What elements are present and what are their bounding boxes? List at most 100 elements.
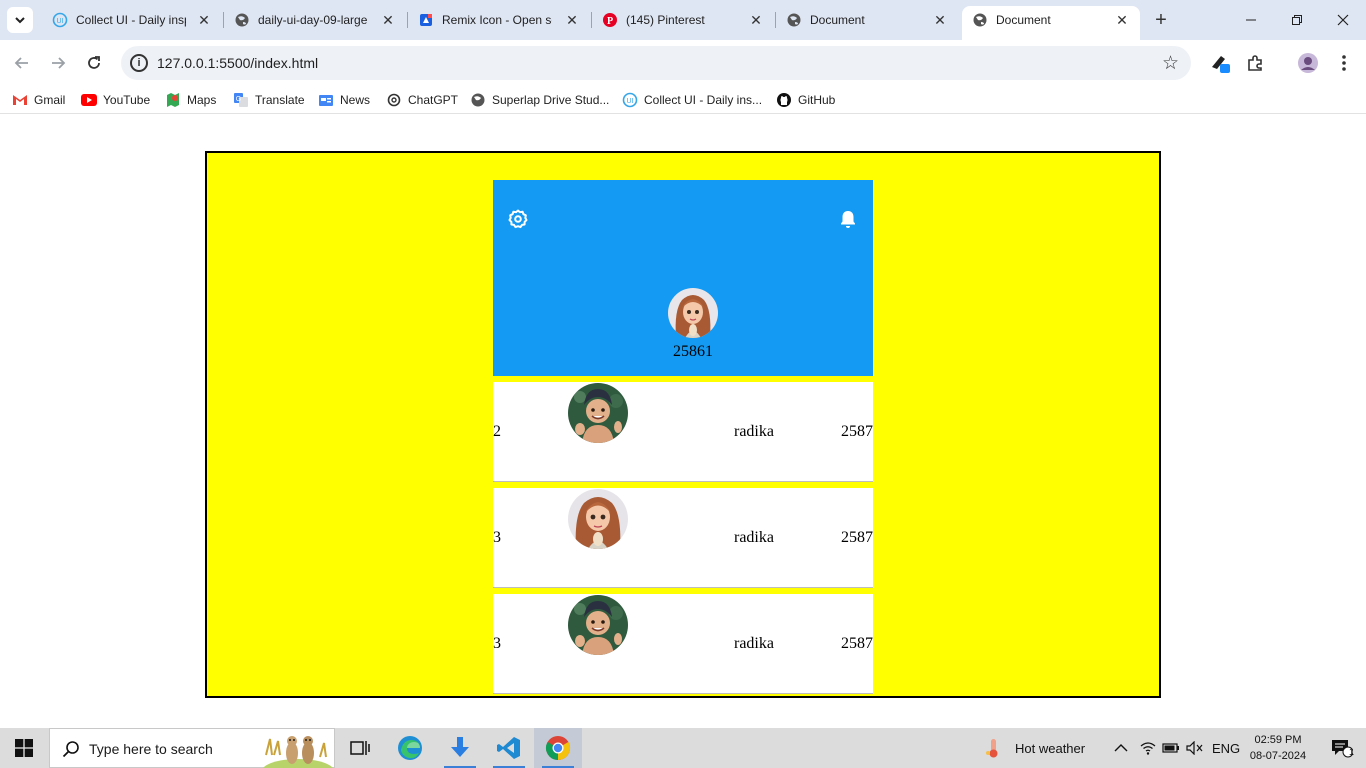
close-icon[interactable]: ✕ xyxy=(1114,12,1130,28)
bookmark-translate[interactable]: G Translate xyxy=(233,91,305,109)
taskbar-edge[interactable] xyxy=(386,728,434,768)
star-icon[interactable]: ☆ xyxy=(1162,52,1179,75)
bookmark-github[interactable]: GitHub xyxy=(776,91,835,109)
svg-text:P: P xyxy=(607,16,613,27)
settings-icon[interactable] xyxy=(508,209,528,229)
network-status[interactable] xyxy=(1140,728,1156,768)
bookmarks-bar: Gmail YouTube Maps G Translate News Chat… xyxy=(0,86,1366,114)
close-icon[interactable]: ✕ xyxy=(932,12,948,28)
meerkat-illustration-icon xyxy=(263,736,333,768)
task-view-icon xyxy=(350,741,370,755)
tab-title: (145) Pinterest xyxy=(626,13,705,27)
chevron-up-icon xyxy=(1114,744,1128,752)
url-text[interactable]: 127.0.0.1:5500/index.html xyxy=(157,55,318,71)
volume-control[interactable] xyxy=(1186,728,1204,768)
row-avatar xyxy=(568,383,628,443)
close-window-button[interactable] xyxy=(1320,0,1366,40)
back-button[interactable] xyxy=(10,51,34,75)
tab-search-button[interactable] xyxy=(7,7,33,33)
bookmark-label: Translate xyxy=(255,93,305,107)
leaderboard-row[interactable]: 2 radika 2587 xyxy=(493,382,873,482)
vscode-icon xyxy=(497,737,520,759)
girl-avatar-image xyxy=(568,489,628,549)
close-icon[interactable]: ✕ xyxy=(196,12,212,28)
address-bar[interactable]: i 127.0.0.1:5500/index.html ☆ xyxy=(121,46,1191,80)
profile-avatar-icon xyxy=(1298,53,1318,73)
start-button[interactable] xyxy=(0,728,48,768)
restore-button[interactable] xyxy=(1274,0,1320,40)
windows-icon xyxy=(15,739,33,757)
edit-ai-icon xyxy=(1212,56,1230,73)
bookmark-news[interactable]: News xyxy=(318,91,370,109)
news-icon xyxy=(318,92,334,108)
browser-tab[interactable]: P (145) Pinterest ✕ xyxy=(592,6,774,34)
leaderboard-row[interactable]: 3 radika 2587 xyxy=(493,488,873,588)
globe-icon xyxy=(972,12,988,28)
bookmark-youtube[interactable]: YouTube xyxy=(81,91,150,109)
edge-icon xyxy=(398,736,422,760)
globe-icon xyxy=(234,12,250,28)
taskbar-vscode[interactable] xyxy=(485,728,533,768)
browser-tab[interactable]: Remix Icon - Open so ✕ xyxy=(408,6,590,34)
profile-button[interactable] xyxy=(1296,51,1320,75)
new-tab-button[interactable]: + xyxy=(1150,9,1172,31)
bell-icon[interactable] xyxy=(838,209,858,229)
battery-status[interactable] xyxy=(1162,728,1180,768)
bookmark-superlap[interactable]: Superlap Drive Stud... xyxy=(470,91,609,109)
reload-button[interactable] xyxy=(82,51,106,75)
arrow-right-icon xyxy=(52,57,66,69)
tab-title: Remix Icon - Open so xyxy=(442,13,552,27)
task-view-button[interactable] xyxy=(336,728,384,768)
youtube-icon xyxy=(81,92,97,108)
bookmark-maps[interactable]: Maps xyxy=(165,91,216,109)
site-info-icon[interactable]: i xyxy=(130,54,148,72)
close-icon[interactable]: ✕ xyxy=(380,12,396,28)
row-score: 2587 xyxy=(841,635,873,652)
svg-text:UI: UI xyxy=(627,98,634,105)
top-player-score: 25861 xyxy=(673,343,713,360)
remix-icon xyxy=(418,12,434,28)
maps-icon xyxy=(165,92,181,108)
tab-title: daily-ui-day-09-large xyxy=(258,13,368,27)
clock-time: 02:59 PM xyxy=(1254,734,1302,746)
extensions-button[interactable] xyxy=(1243,51,1267,75)
close-icon[interactable]: ✕ xyxy=(748,12,764,28)
tab-title: Document xyxy=(810,13,865,27)
browser-menu-button[interactable] xyxy=(1332,51,1356,75)
close-icon[interactable]: ✕ xyxy=(564,12,580,28)
bookmark-label: Superlap Drive Stud... xyxy=(492,93,610,107)
row-name: radika xyxy=(734,529,774,546)
bookmark-collectui[interactable]: UI Collect UI - Daily ins... xyxy=(622,91,762,109)
github-icon xyxy=(776,92,792,108)
input-language[interactable]: ENG xyxy=(1212,728,1240,768)
browser-tab[interactable]: UI Collect UI - Daily insp ✕ xyxy=(42,6,222,34)
bookmark-label: GitHub xyxy=(798,93,836,107)
collectui-icon: UI xyxy=(622,92,638,108)
svg-text:UI: UI xyxy=(57,18,64,25)
browser-tab-active[interactable]: Document ✕ xyxy=(962,6,1140,40)
extension-button[interactable] xyxy=(1208,51,1232,75)
taskbar-chrome[interactable] xyxy=(534,728,582,768)
leaderboard-row[interactable]: 3 radika 2587 xyxy=(493,594,873,694)
chevron-down-icon xyxy=(15,17,25,24)
leaderboard-header: 25861 xyxy=(493,180,873,376)
forward-button[interactable] xyxy=(46,51,70,75)
browser-tab-strip: UI Collect UI - Daily insp ✕ daily-ui-da… xyxy=(0,0,1366,40)
weather-widget[interactable]: Hot weather xyxy=(983,728,1085,768)
taskbar-clock[interactable]: 02:59 PM 08-07-2024 xyxy=(1242,732,1314,764)
row-avatar xyxy=(568,489,628,549)
show-hidden-icons[interactable] xyxy=(1114,728,1128,768)
notification-center[interactable]: 1 xyxy=(1322,728,1362,768)
taskbar-search[interactable]: Type here to search xyxy=(49,728,335,768)
globe-icon xyxy=(786,12,802,28)
wifi-icon xyxy=(1140,742,1156,755)
bookmark-chatgpt[interactable]: ChatGPT xyxy=(386,91,458,109)
arrow-left-icon xyxy=(14,57,28,69)
gmail-icon xyxy=(12,92,28,108)
bookmark-gmail[interactable]: Gmail xyxy=(12,91,65,109)
browser-tab[interactable]: daily-ui-day-09-large ✕ xyxy=(224,6,406,34)
taskbar-downloads[interactable] xyxy=(436,728,484,768)
pinterest-icon: P xyxy=(602,12,618,28)
minimize-button[interactable] xyxy=(1228,0,1274,40)
browser-tab[interactable]: Document ✕ xyxy=(776,6,958,34)
